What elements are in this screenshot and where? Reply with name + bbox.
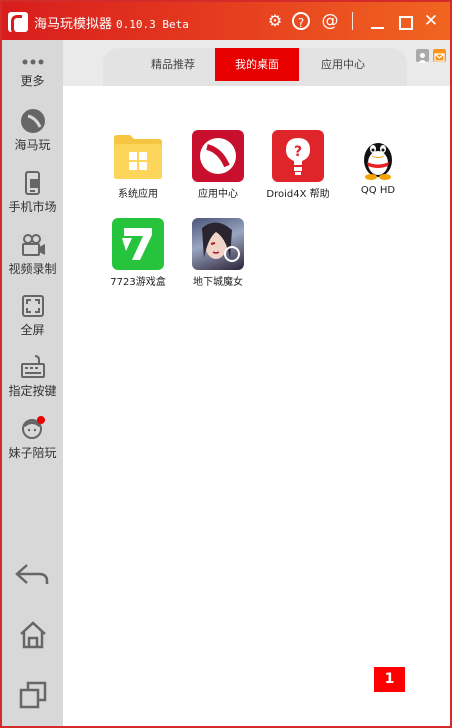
app-logo-icon [8,12,28,35]
title-separator [352,12,353,30]
back-button[interactable] [2,560,63,590]
app-label: 系统应用 [118,189,158,200]
back-icon [2,560,63,590]
7723-icon [112,218,164,270]
home-icon [2,620,63,650]
app-qq-hd[interactable]: QQ HD [338,130,418,196]
app-center-icon [192,130,244,182]
help-icon[interactable]: ? [292,12,310,30]
sidebar-item-haima[interactable]: 海马玩 [2,108,63,153]
app-label: Droid4X 帮助 [266,189,330,200]
girl-companion-icon [2,416,63,442]
haima-icon [2,108,63,134]
sidebar-item-label: 更多 [20,74,45,88]
title-bar: 海马玩模拟器 0.10.3 Beta ⚙ ? @ ✕ [2,2,450,40]
phone-market-icon [2,170,63,196]
keyboard-icon [2,354,63,380]
sidebar-item-fullscreen[interactable]: 全屏 [2,293,63,338]
close-button[interactable]: ✕ [421,11,441,31]
game-witch-icon [192,218,244,270]
sidebar-item-label: 海马玩 [14,138,51,152]
sidebar-item-phone-market[interactable]: 手机市场 [2,170,63,215]
minimize-button[interactable] [371,27,384,29]
user-icon[interactable] [416,49,429,63]
tab-featured[interactable]: 精品推荐 [133,48,213,81]
sidebar-item-label: 视频录制 [8,262,57,276]
sidebar-item-label: 指定按键 [8,384,57,398]
account-icon[interactable]: @ [320,11,340,31]
emulator-window: 海马玩模拟器 0.10.3 Beta ⚙ ? @ ✕ 更多 海马玩 手机市场 视… [0,0,452,728]
app-label: QQ HD [360,185,396,196]
mail-icon[interactable] [433,49,446,62]
app-label: 应用中心 [198,189,238,200]
tab-bar: 精品推荐 我的桌面 应用中心 [63,40,450,86]
help-icon: ? [272,130,324,182]
maximize-button[interactable] [399,16,413,30]
window-version: 0.10.3 Beta [116,18,189,31]
app-7723-game-box[interactable]: 7723游戏盒 [98,218,178,288]
sidebar-item-keyboard[interactable]: 指定按键 [2,354,63,399]
sidebar-item-girl-companion[interactable]: 妹子陪玩 [2,416,63,461]
svg-text:?: ? [294,144,302,160]
top-right-icons [412,49,446,68]
app-label: 地下城魔女 [193,277,243,288]
app-system-apps[interactable]: 系统应用 [98,130,178,200]
recent-apps-button[interactable] [2,680,63,710]
tab-my-desktop[interactable]: 我的桌面 [215,48,299,81]
app-label: 7723游戏盒 [110,277,166,288]
app-app-center[interactable]: 应用中心 [178,130,258,200]
sidebar: 更多 海马玩 手机市场 视频录制 全屏 指定按键 妹子陪玩 [2,40,63,726]
app-dungeon-witch[interactable]: 地下城魔女 [178,218,258,288]
sidebar-item-more[interactable]: 更多 [2,54,63,89]
home-button[interactable] [2,620,63,650]
sidebar-item-label: 妹子陪玩 [8,446,57,460]
window-title: 海马玩模拟器 0.10.3 Beta [34,13,189,32]
video-record-icon [2,232,63,258]
fullscreen-icon [2,293,63,319]
page-indicator[interactable]: 1 [374,667,405,692]
settings-icon[interactable]: ⚙ [265,11,285,31]
app-droid4x-help[interactable]: ? Droid4X 帮助 [258,130,338,200]
sidebar-item-label: 全屏 [20,323,45,337]
folder-icon [112,130,164,182]
more-icon [2,54,63,70]
recent-apps-icon [2,680,63,710]
window-title-text: 海马玩模拟器 [34,17,113,32]
sidebar-item-video-record[interactable]: 视频录制 [2,232,63,277]
tab-app-center[interactable]: 应用中心 [303,48,383,81]
qq-icon [352,130,404,182]
sidebar-item-label: 手机市场 [8,200,57,214]
main-content: 精品推荐 我的桌面 应用中心 系统应用 应用中心 ? Droid4X 帮助 QQ… [63,40,450,726]
